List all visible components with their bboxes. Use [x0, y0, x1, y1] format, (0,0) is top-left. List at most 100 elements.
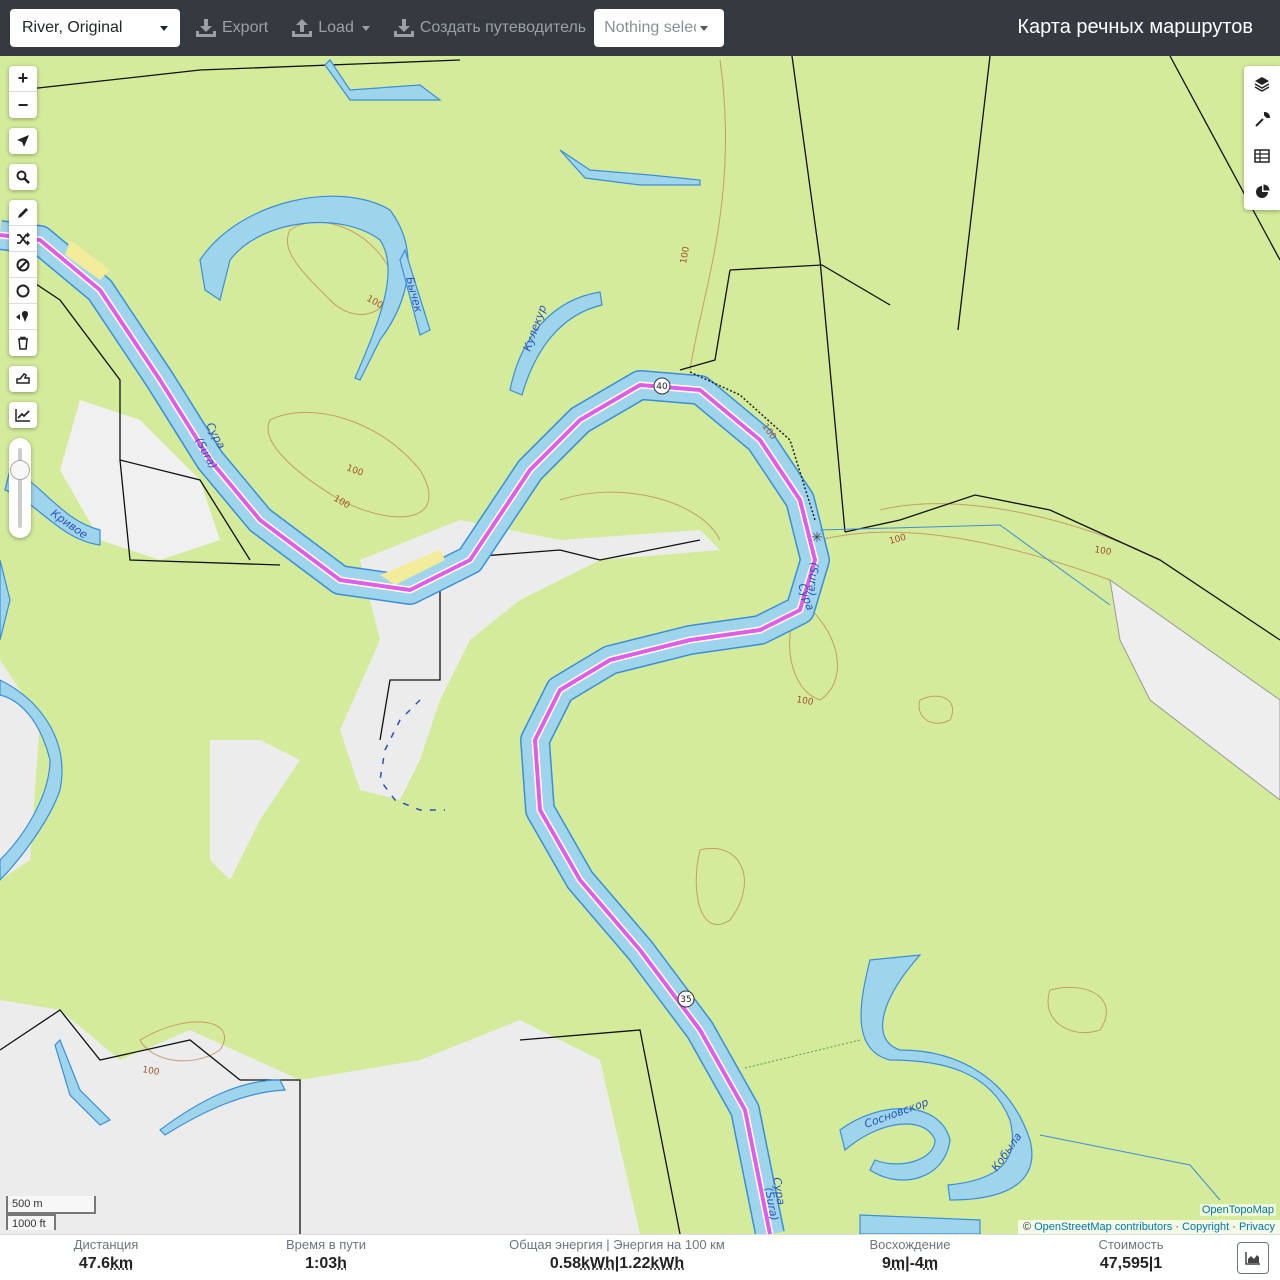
layers-icon: [1254, 77, 1270, 92]
stat-time-value: 1:03h: [305, 1255, 347, 1272]
stat-cost-label: Стоимость: [1098, 1237, 1164, 1252]
hand-icon: [16, 373, 30, 384]
search-icon: [16, 170, 30, 184]
delete-route-button[interactable]: [9, 330, 37, 356]
zoom-slider[interactable]: [9, 438, 31, 538]
plus-icon: +: [17, 68, 29, 88]
stat-energy: Общая энергия | Энергия на 100 км 0.58kW…: [498, 1237, 736, 1273]
stat-ascent-label: Восхождение: [869, 1237, 951, 1252]
trash-icon: [18, 336, 28, 350]
route-select[interactable]: Nothing selected: [594, 9, 725, 47]
chevron-down-icon: [160, 25, 168, 31]
open-area: [210, 740, 300, 880]
scale-metric: 500 m: [6, 1196, 96, 1214]
scale-imperial: 1000 ft: [6, 1214, 56, 1230]
profile-select-value: River, Original: [22, 19, 123, 36]
km-marker-label: 40: [656, 382, 668, 392]
brand-title: Карта речных маршрутов: [1017, 16, 1253, 38]
map[interactable]: ✳ Сура (Sura) Сура (Sura) Сура (Sura) Бы…: [0, 56, 1280, 1234]
route-select-placeholder: Nothing selected: [604, 19, 696, 36]
star-symbol: ✳: [811, 529, 823, 545]
stat-cost-value: 47,595|1: [1099, 1255, 1163, 1272]
create-guide-label: Создать путеводитель: [419, 19, 587, 36]
chevron-down-icon: [361, 25, 370, 31]
attribution: © OpenStreetMap contributors · Copyright…: [1017, 1220, 1280, 1234]
circle-button[interactable]: [9, 278, 37, 304]
poi-button[interactable]: [9, 304, 37, 330]
contour-label: 100: [332, 494, 352, 511]
locate-control: [9, 128, 37, 154]
reverse-route-button[interactable]: [9, 226, 37, 252]
download-icon: [393, 19, 414, 37]
tile-credit-link[interactable]: OpenTopoMap: [1199, 1204, 1276, 1216]
label-bychek: Бычек: [403, 275, 425, 314]
built-area: [1109, 578, 1280, 801]
line-chart-icon: [15, 409, 30, 422]
map-canvas: ✳ Сура (Sura) Сура (Sura) Сура (Sura) Бы…: [0, 56, 1280, 1234]
stat-ascent: Восхождение 9m|-4m: [852, 1237, 968, 1273]
export-button[interactable]: Export: [188, 9, 276, 47]
pencil-icon: [18, 207, 28, 218]
contour-label: 100: [888, 533, 907, 547]
osm-contributors-link[interactable]: OpenStreetMap contributors: [1034, 1221, 1172, 1233]
stat-time-label: Время в пути: [286, 1237, 366, 1252]
attribution-separator: ·: [1175, 1221, 1179, 1233]
area-chart-icon: [1245, 1252, 1260, 1265]
load-button[interactable]: Load: [284, 9, 378, 47]
pie-chart-icon: [1256, 184, 1270, 198]
create-guide-button[interactable]: Создать путеводитель: [386, 9, 594, 47]
privacy-link[interactable]: Privacy: [1239, 1221, 1275, 1233]
no-go-icon: [16, 258, 30, 271]
locate-button[interactable]: [9, 128, 37, 154]
stat-ascent-value: 9m|-4m: [881, 1255, 939, 1272]
minus-icon: −: [17, 94, 29, 115]
marker-icon: [16, 310, 29, 322]
nogo-area-button[interactable]: [9, 252, 37, 278]
shuffle-icon: [17, 231, 30, 246]
zoom-out-button[interactable]: −: [9, 92, 37, 118]
contour-label: 100: [795, 695, 814, 708]
navbar: River, Original Export Load Создать путе…: [0, 0, 1280, 56]
stat-distance-value: 47.6km: [78, 1255, 134, 1272]
km-marker-40: 40: [653, 377, 671, 395]
stat-energy-value: 0.58kWh|1.22kWh: [549, 1255, 685, 1272]
contour-label: 100: [679, 246, 692, 265]
tab-layers[interactable]: [1244, 66, 1280, 102]
tab-table[interactable]: [1244, 138, 1280, 174]
upload-icon: [292, 19, 313, 37]
zoom-in-button[interactable]: +: [9, 66, 37, 92]
stat-cost: Стоимость 47,595|1: [1080, 1237, 1182, 1273]
profile-select[interactable]: River, Original: [10, 9, 180, 47]
stat-time: Время в пути 1:03h: [266, 1237, 386, 1273]
zoom-control: + −: [9, 66, 37, 118]
copyright-symbol: ©: [1022, 1221, 1032, 1233]
location-arrow-icon: [17, 135, 29, 147]
tab-statistics[interactable]: [1244, 174, 1280, 210]
download-icon: [196, 19, 216, 37]
km-marker-35: 35: [677, 990, 695, 1008]
scale-bar: 500 m 1000 ft: [6, 1196, 96, 1230]
draw-controls: [9, 200, 37, 356]
elevation-control: [9, 402, 37, 428]
circle-icon: [16, 284, 30, 297]
draw-route-button[interactable]: [9, 200, 37, 226]
attribution-separator: ·: [1232, 1221, 1236, 1233]
km-marker-label: 35: [680, 995, 691, 1005]
load-label: Load: [318, 19, 354, 36]
hand-control: [9, 366, 37, 392]
tab-settings[interactable]: [1244, 102, 1280, 138]
search-button[interactable]: [9, 164, 37, 190]
route-stats-bar: Дистанция 47.6km Время в пути 1:03h Обща…: [0, 1234, 1280, 1280]
zoom-slider-handle[interactable]: [10, 460, 30, 480]
stat-energy-label: Общая энергия | Энергия на 100 км: [509, 1237, 725, 1252]
export-label: Export: [222, 19, 269, 36]
elevation-button[interactable]: [9, 402, 37, 428]
sidebar-tabs: [1244, 66, 1280, 210]
hand-button[interactable]: [9, 366, 37, 392]
elevation-profile-button[interactable]: [1237, 1242, 1269, 1274]
contour-label: 100: [345, 463, 365, 478]
stat-distance: Дистанция 47.6km: [48, 1237, 164, 1273]
contour-label: 100: [1093, 545, 1112, 558]
copyright-link[interactable]: Copyright: [1182, 1221, 1229, 1233]
table-icon: [1254, 149, 1270, 163]
